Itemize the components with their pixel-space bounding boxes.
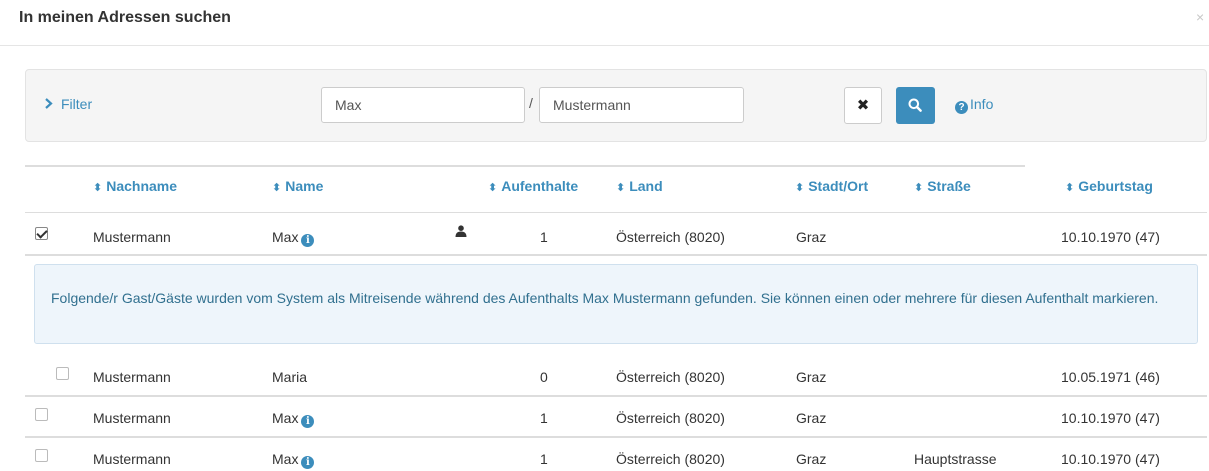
- name-text: Max: [272, 410, 299, 426]
- sort-name[interactable]: ⬍ Name: [272, 178, 323, 194]
- info-circle-icon[interactable]: i: [301, 456, 315, 469]
- filter-bar: Filter Max / Mustermann ✖ ? Info: [25, 69, 1207, 142]
- cell-geburtstag: 10.05.1971 (46): [1061, 369, 1160, 385]
- sort-icon: ⬍: [616, 182, 626, 194]
- cell-land: Österreich (8020): [616, 369, 725, 385]
- last-name-input[interactable]: Mustermann: [539, 87, 744, 123]
- cell-aufenthalte: 1: [540, 451, 548, 467]
- sort-strasse[interactable]: ⬍ Straße: [914, 178, 971, 194]
- info-link[interactable]: ? Info: [955, 96, 993, 114]
- times-icon: ✖: [856, 97, 870, 114]
- cell-name: Maria: [272, 369, 308, 385]
- cell-aufenthalte: 1: [540, 410, 548, 426]
- cell-nachname: Mustermann: [93, 229, 171, 245]
- cell-geburtstag: 10.10.1970 (47): [1061, 410, 1160, 426]
- name-text: Max: [272, 451, 299, 467]
- sort-stadt[interactable]: ⬍ Stadt/Ort: [795, 178, 868, 194]
- cell-stadt: Graz: [796, 451, 827, 467]
- modal-header: In meinen Adressen suchen ×: [0, 0, 1209, 46]
- cell-aufenthalte: 1: [540, 229, 548, 245]
- sort-icon: ⬍: [914, 182, 924, 194]
- companions-alert: Folgende/r Gast/Gäste wurden vom System …: [34, 264, 1198, 344]
- cell-stadt: Graz: [796, 229, 827, 245]
- search-icon: [908, 98, 922, 112]
- cell-geburtstag: 10.10.1970 (47): [1061, 229, 1160, 245]
- row-checkbox[interactable]: [35, 449, 48, 462]
- cell-name: Max i: [272, 451, 315, 469]
- cell-land: Österreich (8020): [616, 410, 725, 426]
- cell-nachname: Mustermann: [93, 451, 171, 467]
- sort-nachname[interactable]: ⬍ Nachname: [93, 178, 177, 194]
- clear-button[interactable]: ✖: [844, 87, 882, 124]
- user-icon: [455, 225, 467, 237]
- cell-land: Österreich (8020): [616, 451, 725, 467]
- table-row[interactable]: Mustermann Maria 0 Österreich (8020) Gra…: [25, 356, 1207, 396]
- header-label: Name: [285, 178, 324, 194]
- table-row[interactable]: Mustermann Max i 1 Österreich (8020) Graz…: [25, 216, 1207, 256]
- row-checkbox[interactable]: [35, 408, 48, 421]
- cell-stadt: Graz: [796, 369, 827, 385]
- info-label: Info: [970, 96, 994, 112]
- header-label: Aufenthalte: [501, 178, 579, 194]
- cell-stadt: Graz: [796, 410, 827, 426]
- cell-geburtstag: 10.10.1970 (47): [1061, 451, 1160, 467]
- cell-land: Österreich (8020): [616, 229, 725, 245]
- cell-strasse: Hauptstrasse: [914, 451, 997, 467]
- question-circle-icon: ?: [955, 101, 968, 114]
- sort-icon: ⬍: [1065, 182, 1075, 194]
- table-row[interactable]: Mustermann Max i 1 Österreich (8020) Graz…: [25, 438, 1207, 471]
- table-header-border: [25, 212, 1207, 213]
- close-icon[interactable]: ×: [1196, 10, 1204, 24]
- sort-geburtstag[interactable]: ⬍ Geburtstag: [1065, 178, 1153, 194]
- sort-aufenthalte[interactable]: ⬍ Aufenthalte: [488, 178, 578, 194]
- info-circle-icon[interactable]: i: [301, 415, 315, 428]
- sort-icon: ⬍: [93, 182, 103, 194]
- cell-name: Max i: [272, 229, 315, 247]
- sort-land[interactable]: ⬍ Land: [616, 178, 663, 194]
- modal-title: In meinen Adressen suchen: [19, 9, 231, 26]
- cell-name: Max i: [272, 410, 315, 428]
- header-label: Land: [629, 178, 663, 194]
- filter-label: Filter: [61, 96, 93, 112]
- sort-icon: ⬍: [272, 182, 282, 194]
- cell-aufenthalte: 0: [540, 369, 548, 385]
- header-label: Stadt/Ort: [808, 178, 869, 194]
- row-divider: [25, 254, 1207, 256]
- sort-icon: ⬍: [488, 182, 498, 194]
- row-checkbox[interactable]: [35, 227, 48, 240]
- header-label: Nachname: [106, 178, 178, 194]
- name-separator: /: [529, 95, 533, 111]
- row-checkbox[interactable]: [56, 367, 69, 380]
- first-name-input[interactable]: Max: [321, 87, 525, 123]
- filter-toggle[interactable]: Filter: [45, 96, 92, 112]
- table-top-border: [25, 165, 1025, 167]
- name-text: Max: [272, 229, 299, 245]
- header-label: Geburtstag: [1078, 178, 1153, 194]
- search-button[interactable]: [896, 87, 935, 124]
- header-label: Straße: [927, 178, 971, 194]
- chevron-right-icon: [45, 96, 53, 112]
- cell-nachname: Mustermann: [93, 410, 171, 426]
- info-circle-icon[interactable]: i: [301, 234, 315, 247]
- cell-nachname: Mustermann: [93, 369, 171, 385]
- table-row[interactable]: Mustermann Max i 1 Österreich (8020) Graz…: [25, 397, 1207, 437]
- sort-icon: ⬍: [795, 182, 805, 194]
